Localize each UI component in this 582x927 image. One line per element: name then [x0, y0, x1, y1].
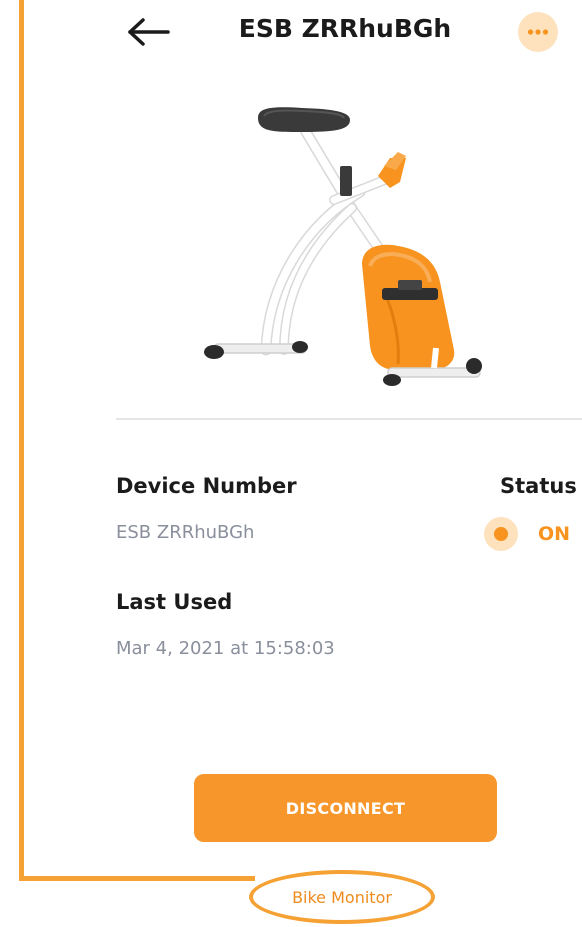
- exercise-bike-image: [204, 107, 482, 386]
- device-number-value: ESB ZRRhuBGh: [116, 522, 255, 543]
- back-button[interactable]: [124, 12, 172, 52]
- device-number-label: Device Number: [116, 474, 297, 498]
- page-title: ESB ZRRhuBGh: [238, 14, 452, 43]
- disconnect-button[interactable]: DISCONNECT: [194, 774, 497, 842]
- status-indicator: ON: [484, 516, 570, 552]
- annotation-bracket-vertical: [19, 0, 24, 881]
- status-value: ON: [538, 523, 571, 545]
- status-label: Status: [500, 474, 577, 498]
- annotation-callout: Bike Monitor: [249, 870, 435, 924]
- more-options-button[interactable]: [518, 12, 558, 52]
- device-detail-screen: Bike Monitor ESB ZRRhuBGh Device Number …: [0, 0, 582, 927]
- more-horizontal-icon: [527, 29, 549, 35]
- status-dot-icon: [484, 517, 518, 551]
- annotation-bracket-horizontal: [19, 876, 255, 881]
- disconnect-button-label: DISCONNECT: [285, 798, 406, 818]
- annotation-callout-label: Bike Monitor: [292, 887, 392, 907]
- last-used-label: Last Used: [116, 590, 233, 614]
- arrow-left-icon: [128, 18, 170, 46]
- last-used-value: Mar 4, 2021 at 15:58:03: [116, 638, 335, 659]
- divider: [116, 418, 582, 420]
